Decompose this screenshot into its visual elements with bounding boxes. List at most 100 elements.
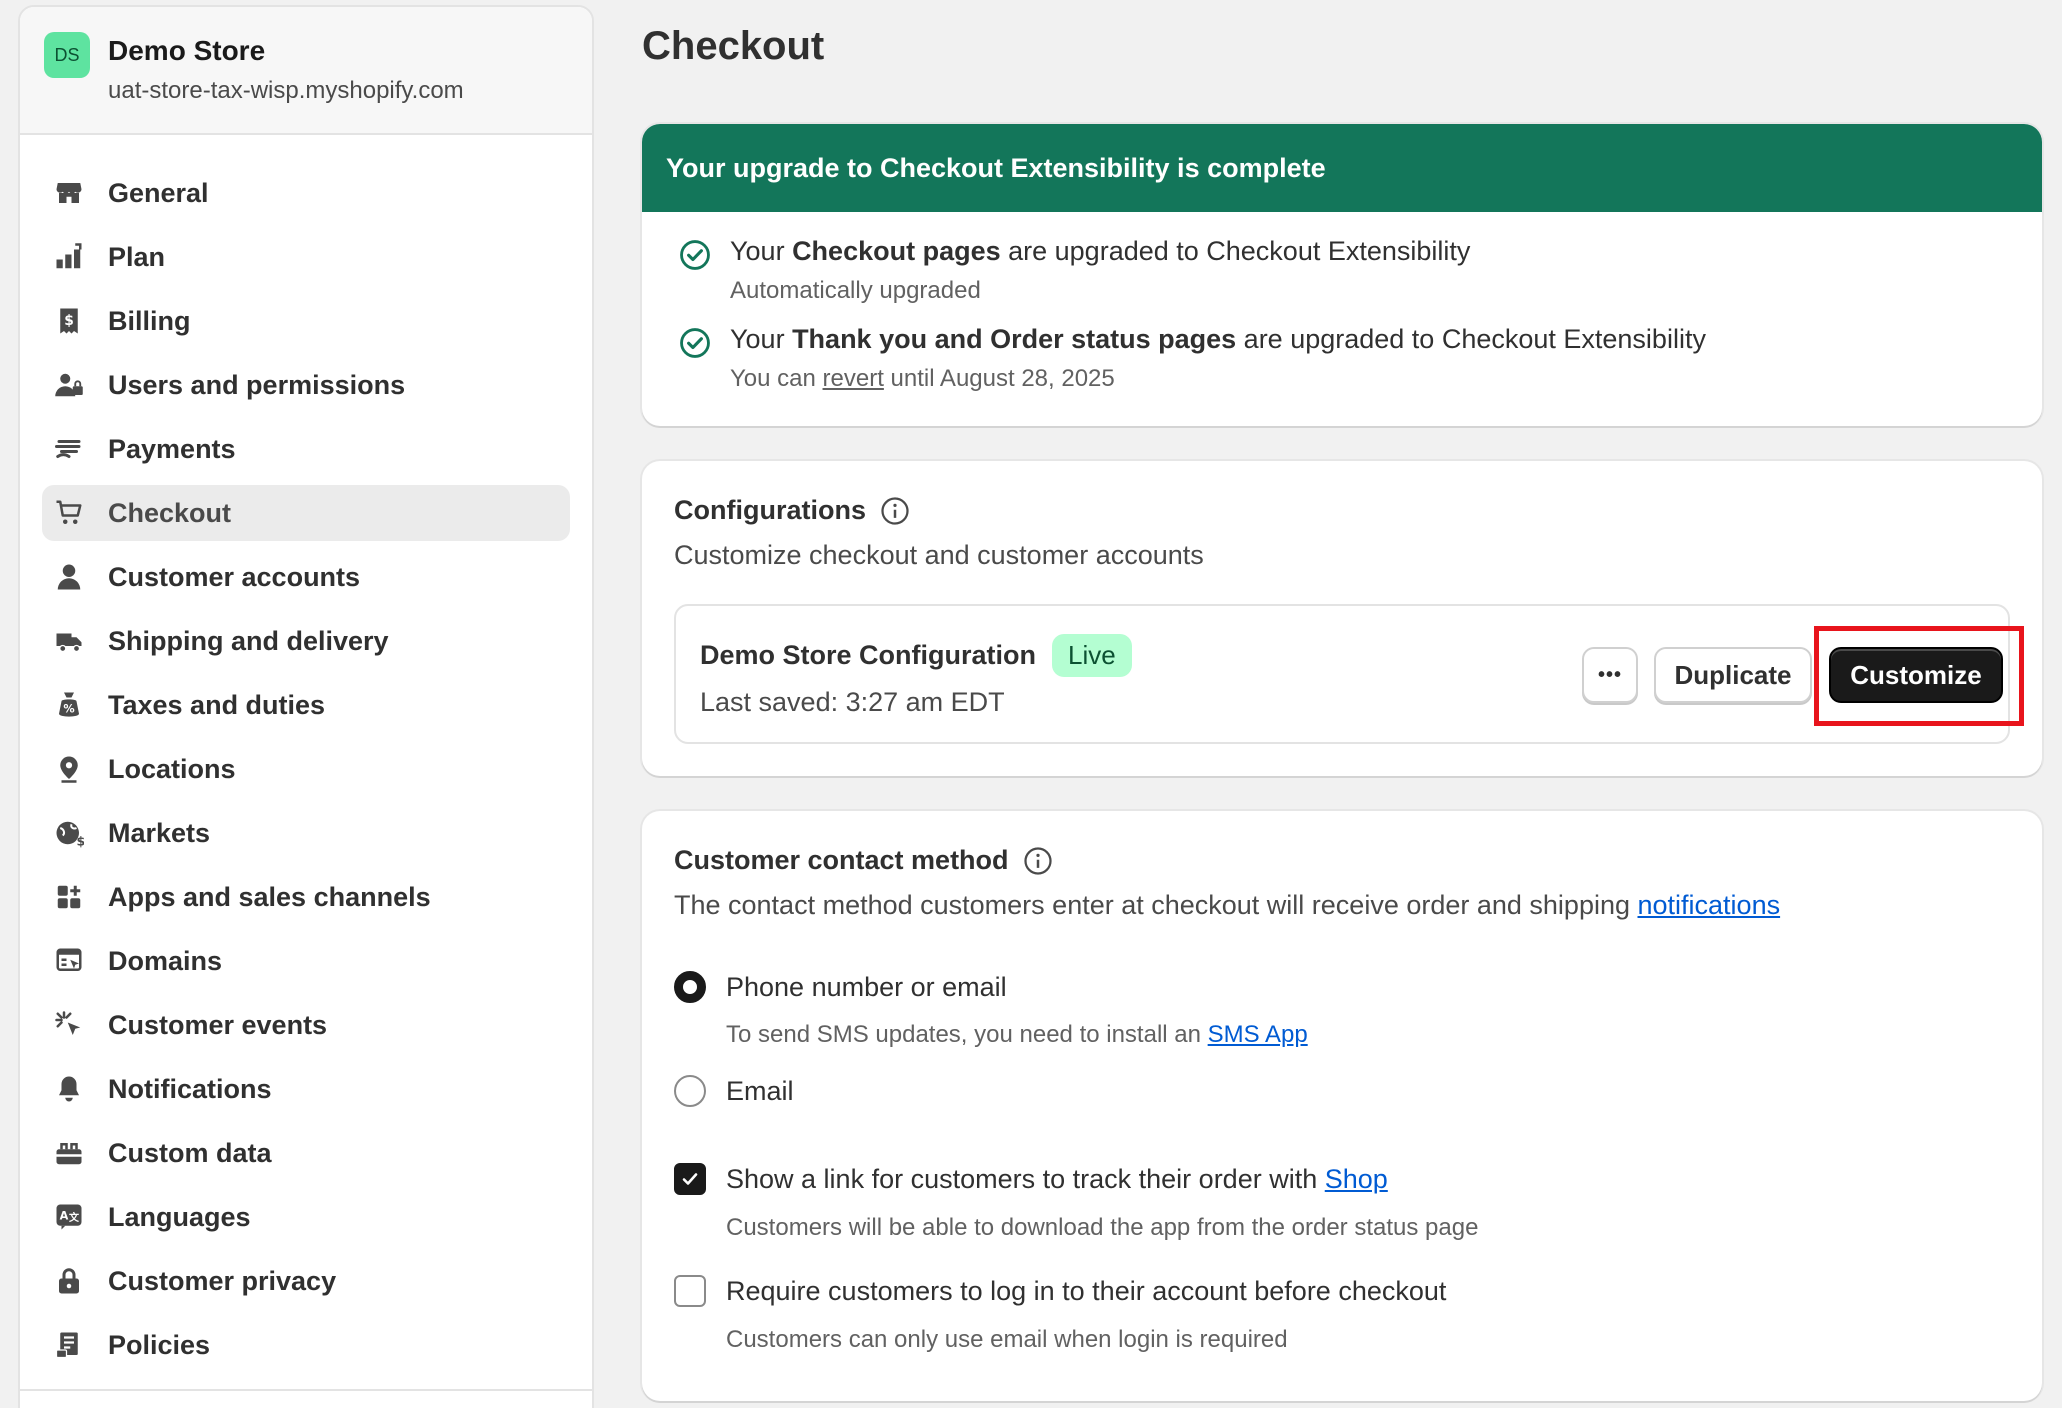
store-domain: uat-store-tax-wisp.myshopify.com [108, 77, 464, 104]
sidebar-item-label: Notifications [108, 1073, 272, 1104]
check-circle-icon [680, 240, 710, 270]
sidebar-item-label: Taxes and duties [108, 689, 326, 720]
checkmark-icon [682, 1173, 698, 1185]
sidebar-item-label: General [108, 177, 209, 208]
svg-text:A: A [60, 1210, 69, 1223]
checkbox[interactable] [674, 1275, 706, 1307]
sidebar-item-customer-events[interactable]: Customer events [42, 997, 570, 1053]
sidebar-item-label: Customer privacy [108, 1265, 337, 1296]
upgrade-status-card: Your upgrade to Checkout Extensibility i… [642, 124, 2042, 426]
settings-nav: General Plan $ Billing Users and permiss… [20, 135, 592, 1373]
section-title: Configurations [674, 495, 1204, 526]
check-circle-icon [680, 328, 710, 358]
users-icon [52, 368, 86, 402]
lock-icon [52, 1264, 86, 1298]
upgrade-item-thank-you: Your Thank you and Order status pages ar… [678, 324, 1706, 393]
page-title: Checkout [642, 24, 825, 68]
sidebar-item-label: Customer events [108, 1009, 328, 1040]
more-actions-button[interactable]: ••• [1582, 647, 1638, 703]
sidebar-item-general[interactable]: General [42, 165, 570, 221]
database-icon [52, 1136, 86, 1170]
info-icon[interactable] [880, 496, 910, 526]
checkbox-label: Show a link for customers to track their… [726, 1163, 1388, 1194]
svg-text:%: % [63, 703, 74, 716]
cart-icon [52, 496, 86, 530]
radio-button[interactable] [674, 1075, 706, 1107]
configurations-card: Configurations Customize checkout and cu… [642, 461, 2042, 776]
radio-button[interactable] [674, 971, 706, 1003]
sidebar-item-domains[interactable]: Domains [42, 933, 570, 989]
status-badge: Live [1052, 634, 1132, 677]
sidebar-divider [20, 1389, 592, 1391]
store-header[interactable]: DS Demo Store uat-store-tax-wisp.myshopi… [20, 7, 592, 135]
radio-phone-or-email[interactable]: Phone number or email [674, 971, 1007, 1003]
shop-link[interactable]: Shop [1325, 1164, 1388, 1194]
sidebar-item-label: Shipping and delivery [108, 625, 389, 656]
sidebar-item-taxes[interactable]: % Taxes and duties [42, 677, 570, 733]
radio-email[interactable]: Email [674, 1075, 794, 1107]
billing-icon: $ [52, 304, 86, 338]
location-icon [52, 752, 86, 786]
checkbox-require-login[interactable]: Require customers to log in to their acc… [674, 1275, 1446, 1307]
section-title: Customer contact method [674, 845, 1780, 876]
person-icon [52, 560, 86, 594]
configuration-item: Demo Store Configuration Live Last saved… [674, 604, 2024, 744]
store-icon [52, 176, 86, 210]
sidebar-item-apps[interactable]: Apps and sales channels [42, 869, 570, 925]
sidebar-item-label: Payments [108, 433, 236, 464]
sidebar-item-languages[interactable]: A文 Languages [42, 1189, 570, 1245]
sidebar-item-label: Domains [108, 945, 223, 976]
help-text: Customers will be able to download the a… [726, 1214, 1479, 1241]
last-saved-text: Last saved: 3:27 am EDT [700, 687, 1005, 717]
checkbox-track-order[interactable]: Show a link for customers to track their… [674, 1163, 1388, 1195]
sidebar-item-label: Users and permissions [108, 369, 406, 400]
policy-icon [52, 1328, 86, 1362]
customize-button[interactable]: Customize [1829, 647, 2003, 703]
truck-icon [52, 624, 86, 658]
upgrade-item-subtext: Automatically upgraded [730, 277, 981, 304]
svg-text:$: $ [64, 313, 74, 329]
sidebar-item-locations[interactable]: Locations [42, 741, 570, 797]
sidebar-item-billing[interactable]: $ Billing [42, 293, 570, 349]
store-avatar: DS [44, 32, 90, 78]
revert-link[interactable]: revert [823, 365, 884, 392]
checkbox[interactable] [674, 1163, 706, 1195]
sidebar-item-customer-accounts[interactable]: Customer accounts [42, 549, 570, 605]
store-name: Demo Store [108, 35, 266, 66]
sidebar-item-shipping[interactable]: Shipping and delivery [42, 613, 570, 669]
apps-icon [52, 880, 86, 914]
section-subtitle: Customize checkout and customer accounts [674, 540, 1204, 570]
notifications-link[interactable]: notifications [1638, 890, 1781, 920]
upgrade-item-subtext: You can revert until August 28, 2025 [730, 365, 1115, 392]
sidebar-item-users[interactable]: Users and permissions [42, 357, 570, 413]
sidebar-item-policies[interactable]: Policies [42, 1317, 570, 1373]
globe-icon: $ [52, 816, 86, 850]
sidebar-item-payments[interactable]: Payments [42, 421, 570, 477]
section-subtitle: The contact method customers enter at ch… [674, 890, 1781, 920]
sidebar-item-label: Locations [108, 753, 236, 784]
language-icon: A文 [52, 1200, 86, 1234]
sidebar-item-checkout[interactable]: Checkout [42, 485, 570, 541]
sidebar-item-label: Customer accounts [108, 561, 361, 592]
customer-contact-card: Customer contact method The contact meth… [642, 811, 2042, 1401]
sidebar-item-notifications[interactable]: Notifications [42, 1061, 570, 1117]
help-text: Customers can only use email when login … [726, 1326, 1288, 1353]
sidebar-item-customer-privacy[interactable]: Customer privacy [42, 1253, 570, 1309]
info-icon[interactable] [1023, 846, 1053, 876]
configuration-name: Demo Store Configuration Live [700, 634, 1132, 677]
sidebar-item-custom-data[interactable]: Custom data [42, 1125, 570, 1181]
sms-app-link[interactable]: SMS App [1208, 1021, 1308, 1048]
plan-icon [52, 240, 86, 274]
checkbox-label: Require customers to log in to their acc… [726, 1275, 1447, 1306]
sidebar-item-label: Checkout [108, 497, 232, 528]
sidebar-item-label: Policies [108, 1329, 211, 1360]
upgrade-item-text: Your Thank you and Order status pages ar… [730, 324, 1706, 354]
sidebar-item-markets[interactable]: $ Markets [42, 805, 570, 861]
settings-sidebar: DS Demo Store uat-store-tax-wisp.myshopi… [18, 5, 594, 1408]
payments-icon [52, 432, 86, 466]
sidebar-item-plan[interactable]: Plan [42, 229, 570, 285]
help-text: To send SMS updates, you need to install… [726, 1021, 1308, 1048]
duplicate-button[interactable]: Duplicate [1654, 647, 1812, 703]
upgrade-item-checkout: Your Checkout pages are upgraded to Chec… [678, 236, 1470, 305]
tax-icon: % [52, 688, 86, 722]
